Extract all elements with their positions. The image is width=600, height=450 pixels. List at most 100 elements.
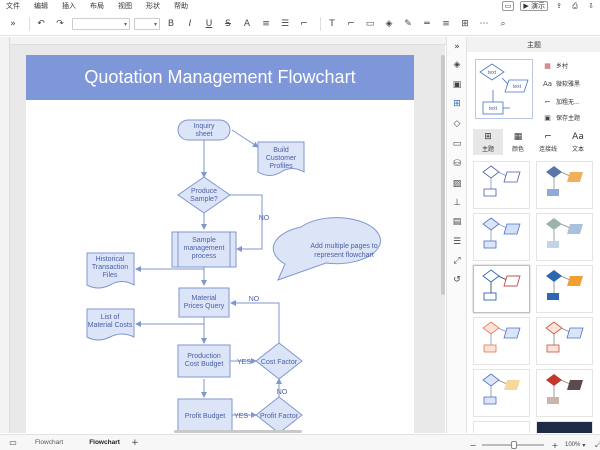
menu-edit[interactable]: 编辑 [34, 1, 48, 11]
image-icon[interactable]: ▣ [451, 79, 463, 91]
zoom-level[interactable]: 100% [565, 442, 580, 448]
theme-panel: 主题 text text text ▦ 乡村 Aa 微软雅黑 ⌐ 加粗无... … [466, 37, 600, 433]
text-icon: Aa [572, 131, 584, 142]
paint-format-icon[interactable]: ⌐ [297, 17, 311, 31]
menu-shape[interactable]: 形状 [146, 1, 160, 11]
page-panel-icon[interactable]: ▭ [6, 436, 20, 450]
tab-color[interactable]: ▦ 颜色 [503, 129, 533, 155]
strikethrough-icon[interactable]: S [221, 17, 235, 31]
font-color-icon[interactable]: A [240, 17, 254, 31]
label-no-1: NO [259, 215, 270, 222]
export-icon[interactable]: ⇩ [586, 1, 596, 11]
theme-icon[interactable]: ⊞ [451, 98, 463, 110]
save-theme-button[interactable]: ▣ 保存主题 [543, 113, 580, 123]
theme-card[interactable] [536, 369, 593, 417]
comment-icon[interactable]: ▭ [501, 1, 515, 11]
page-tab-flowchart-1[interactable]: Flowchart [35, 439, 63, 446]
theme-card[interactable] [536, 213, 593, 261]
text-tool-icon[interactable]: T [325, 17, 339, 31]
line-spacing-icon[interactable]: ☰ [278, 17, 292, 31]
theme-card[interactable] [473, 161, 530, 209]
zoom-slider-handle[interactable] [511, 441, 517, 449]
line-color-icon[interactable]: ✎ [401, 17, 415, 31]
canvas-area[interactable]: Quotation Management Flowchart Inquiry s… [10, 45, 445, 433]
flowchart-diagram[interactable]: Inquiry sheet Build Customer Profiles Produ… [26, 55, 414, 433]
zoom-slider[interactable] [482, 441, 544, 449]
theme-card[interactable] [473, 421, 530, 433]
tab-label: 颜色 [511, 145, 524, 153]
history-icon[interactable]: ↺ [451, 274, 463, 286]
layers-icon[interactable]: ◇ [451, 118, 463, 130]
picture-icon[interactable]: ▨ [451, 178, 463, 190]
page-icon[interactable]: ▤ [451, 216, 463, 228]
line-style-icon[interactable]: ═ [420, 17, 434, 31]
comment-icon[interactable]: ▭ [451, 138, 463, 150]
menu-help[interactable]: 帮助 [174, 1, 188, 11]
theme-preview-card[interactable]: text text text [475, 59, 533, 119]
add-page-icon[interactable]: + [128, 436, 142, 450]
page-tab-flowchart-active[interactable]: Flowchart [89, 439, 120, 446]
more-icon[interactable]: ⋯ [477, 17, 491, 31]
collapse-sidebar-icon[interactable]: » [6, 17, 20, 31]
arrange-icon[interactable]: ⊞ [458, 17, 472, 31]
font-size-select[interactable]: ▾ [134, 18, 160, 30]
theme-option-connector[interactable]: ⌐ 加粗无... [543, 97, 580, 107]
toolbar-divider [29, 17, 30, 31]
present-button[interactable]: ▶ 演示 [520, 1, 548, 11]
preview-label-1: text [488, 70, 497, 76]
connector-icon[interactable]: ⌐ [344, 17, 358, 31]
menu-insert[interactable]: 插入 [62, 1, 76, 11]
connector-costfactor-no-up [230, 300, 280, 343]
theme-card[interactable] [473, 369, 530, 417]
format-icon[interactable]: ☰ [451, 236, 463, 248]
collapse-panel-icon[interactable]: » [451, 41, 463, 53]
zoom-out-icon[interactable]: − [466, 438, 480, 450]
zoom-in-icon[interactable]: + [548, 438, 562, 450]
theme-option-rustic[interactable]: ▦ 乡村 [543, 61, 568, 71]
theme-card[interactable] [473, 213, 530, 261]
tab-text[interactable]: Aa 文本 [563, 129, 593, 155]
fill-bucket-icon[interactable]: ◈ [451, 59, 463, 71]
theme-card[interactable] [536, 265, 593, 313]
node-label-profitfactor: Profit Factor [260, 413, 299, 420]
data-icon[interactable]: ⛁ [451, 158, 463, 170]
rectangle-tool-icon[interactable]: ▭ [363, 17, 377, 31]
theme-option-font[interactable]: Aa 微软雅黑 [543, 79, 580, 89]
status-bar: ▭ Flowchart Flowchart + − + 100% ▾ ⤢ [0, 434, 600, 450]
line-weight-icon[interactable]: ≡ [439, 17, 453, 31]
align-icon[interactable]: ≡ [259, 17, 273, 31]
menu-layout[interactable]: 布局 [90, 1, 104, 11]
fit-icon[interactable]: ⤢ [451, 255, 463, 267]
menu-file[interactable]: 文件 [6, 1, 20, 11]
undo-icon[interactable]: ↶ [34, 17, 48, 31]
underline-icon[interactable]: U [202, 17, 216, 31]
redo-icon[interactable]: ↷ [53, 17, 67, 31]
org-chart-icon[interactable]: ⊥ [451, 197, 463, 209]
fullscreen-icon[interactable]: ⤢ [591, 438, 600, 450]
print-icon[interactable]: ⎙ [570, 1, 580, 11]
theme-card[interactable] [536, 421, 593, 433]
diagram-page[interactable]: Quotation Management Flowchart Inquiry s… [26, 55, 414, 433]
tab-label: 文本 [571, 145, 584, 153]
chevron-down-icon[interactable]: ▾ [582, 442, 585, 449]
share-icon[interactable]: ⇪ [554, 1, 564, 11]
tab-label: 连接线 [538, 145, 557, 153]
horizontal-scrollbar[interactable] [174, 430, 302, 433]
theme-card[interactable] [473, 317, 530, 365]
bold-icon[interactable]: B [164, 17, 178, 31]
theme-card[interactable] [536, 161, 593, 209]
italic-icon[interactable]: I [183, 17, 197, 31]
tab-theme[interactable]: ⊞ 主题 [473, 129, 503, 155]
vertical-scrollbar[interactable] [441, 55, 445, 295]
tab-connector[interactable]: ⌐ 连接线 [533, 129, 563, 155]
right-tool-strip: » ◈ ▣ ⊞ ◇ ▭ ⛁ ▨ ⊥ ▤ ☰ ⤢ ↺ [446, 37, 466, 433]
theme-option-label: 加粗无... [556, 99, 580, 106]
theme-card[interactable] [536, 317, 593, 365]
font-family-select[interactable]: ▾ [72, 18, 130, 30]
theme-card-selected[interactable] [473, 265, 530, 313]
panel-tabs: ⊞ 主题 ▦ 颜色 ⌐ 连接线 Aa 文本 [473, 129, 597, 155]
menu-view[interactable]: 视图 [118, 1, 132, 11]
toolbar: » ↶ ↷ ▾ ▾ B I U S A ≡ ☰ ⌐ T ⌐ ▭ ◈ ✎ ═ ≡ … [0, 13, 600, 36]
search-icon[interactable]: ⌕ [496, 17, 510, 31]
fill-icon[interactable]: ◈ [382, 17, 396, 31]
